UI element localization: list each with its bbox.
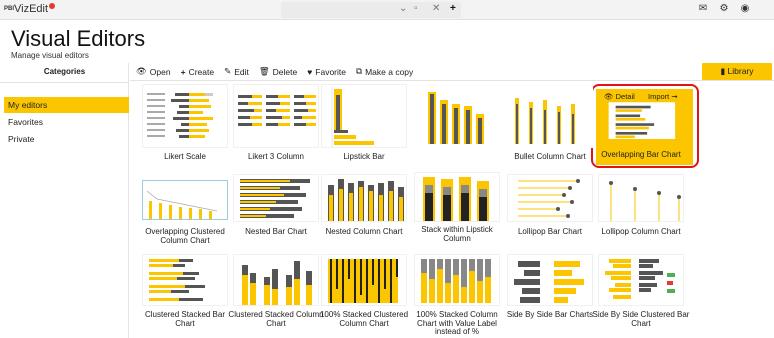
page-subtitle: Manage visual editors <box>11 51 89 60</box>
tab-strip: ⌄ ▫ ✕ + <box>281 2 461 18</box>
trash-icon: 🗑 <box>258 66 270 76</box>
mail-icon[interactable]: ✉ <box>698 3 708 14</box>
editor-thumbnail <box>507 254 593 306</box>
editor-tile-clustered-stacked-bar-chart[interactable]: Clustered Stacked Bar Chart <box>142 254 228 328</box>
editor-thumbnail <box>598 254 684 306</box>
sidebar-item-my-editors[interactable]: My editors <box>4 97 129 113</box>
copy-label: Make a copy <box>365 66 414 77</box>
editor-thumbnail <box>414 84 500 148</box>
logo-name: VizEdit <box>14 3 49 15</box>
editor-tile-clustered-stacked-column-chart[interactable]: Clustered Stacked Column Chart <box>228 254 324 328</box>
delete-button[interactable]: 🗑 Delete <box>259 66 297 77</box>
editor-tile-side-by-side-bar-charts[interactable]: Side By Side Bar Charts <box>507 254 593 320</box>
open-button[interactable]: 👁 Open <box>136 66 171 77</box>
editor-tile-label: Likert Scale <box>164 152 206 161</box>
editor-tile-label: Clustered Stacked Bar Chart <box>144 310 226 328</box>
editor-thumbnail <box>233 174 319 222</box>
editor-tile-label: Overlapping Clustered Column Chart <box>145 227 225 245</box>
sidebar-item-favorites[interactable]: Favorites <box>4 114 129 130</box>
editor-thumbnail <box>142 84 228 148</box>
editor-tile-label: Likert 3 Column <box>247 152 305 161</box>
editor-tile-side-by-side-clustered-bar-chart[interactable]: Side By Side Clustered Bar Chart <box>593 254 689 328</box>
create-button[interactable]: + Create <box>181 67 214 77</box>
pencil-icon: ✎ <box>224 66 232 76</box>
editor-tile-nested-column-chart[interactable]: Nested Column Chart <box>321 174 407 237</box>
open-label: Open <box>149 66 171 77</box>
categories-heading: Categories <box>0 63 129 83</box>
editor-thumbnail <box>507 174 593 222</box>
editor-tile-overlapping-clustered-column-chart[interactable]: Overlapping Clustered Column Chart <box>142 180 228 245</box>
editor-tile-overlapping-bar-chart[interactable]: 👁 Detail Import ➞ Overlapping Bar Chart <box>598 89 684 160</box>
heart-icon: ♥ <box>307 66 313 77</box>
editor-thumbnail <box>321 254 407 306</box>
copy-icon: ⧉ <box>356 66 363 76</box>
sidebar: Categories My editors Favorites Private <box>0 63 129 338</box>
make-copy-button[interactable]: ⧉ Make a copy <box>356 66 413 77</box>
favorite-button[interactable]: ♥ Favorite <box>307 67 346 77</box>
editor-tile-label: Stack within Lipstick Column <box>421 225 493 243</box>
add-tab-icon[interactable]: + <box>450 3 456 14</box>
notification-badge <box>49 3 56 9</box>
editor-tile-label: Nested Bar Chart <box>245 227 307 236</box>
sidebar-item-private[interactable]: Private <box>4 131 129 147</box>
editor-tile-likert-3-column[interactable]: Likert 3 Column <box>233 84 319 162</box>
edit-button[interactable]: ✎ Edit <box>224 66 249 77</box>
close-icon[interactable]: ✕ <box>432 3 440 14</box>
editor-thumbnail <box>321 84 407 148</box>
editor-tile-stack-within-lipstick-column[interactable]: Stack within Lipstick Column <box>414 172 500 243</box>
editor-thumbnail <box>233 254 319 306</box>
editor-thumbnail <box>598 174 684 222</box>
favorite-label: Favorite <box>315 66 346 77</box>
editor-tile-label: Lollipop Column Chart <box>601 227 681 236</box>
app-logo[interactable]: PBIVizEdit <box>4 3 56 15</box>
editor-tile-label: Overlapping Bar Chart <box>601 150 681 159</box>
top-bar: PBIVizEdit ⌄ ▫ ✕ + ✉ ⚙ ◉ <box>0 0 774 20</box>
editor-thumbnail <box>142 254 228 306</box>
editor-tile-lipstick-bar[interactable]: Lipstick Bar <box>321 84 407 162</box>
editor-thumbnail <box>142 180 228 220</box>
editor-thumbnail <box>414 254 500 306</box>
editor-tile-label: Lipstick Bar <box>343 152 385 161</box>
editor-tile-label: 100% Stacked Clustered Column Chart <box>319 310 409 328</box>
editor-tile-bullet-column-chart[interactable]: Bullet Column Chart <box>507 84 593 162</box>
user-icon[interactable]: ◉ <box>740 3 750 14</box>
editor-tile-lollipop-bar-chart[interactable]: Lollipop Bar Chart <box>507 174 593 237</box>
toolbar: 👁 Open + Create ✎ Edit 🗑 Delete ♥ Favorite ⧉ M… <box>130 63 774 81</box>
editor-tile-label: Lollipop Bar Chart <box>517 227 583 236</box>
gear-icon[interactable]: ⚙ <box>719 3 729 14</box>
delete-label: Delete <box>272 66 298 77</box>
editor-tile-nested-bar-chart[interactable]: Nested Bar Chart <box>233 174 319 237</box>
editor-tile-lipstick-column[interactable] <box>414 84 500 148</box>
editor-thumbnail <box>507 84 593 148</box>
editor-tile-label: Side By Side Bar Charts <box>506 310 594 319</box>
editor-tile-lollipop-column-chart[interactable]: Lollipop Column Chart <box>598 174 684 237</box>
editor-tile-label: Bullet Column Chart <box>514 152 586 161</box>
editor-tile-label: 100% Stacked Column Chart with Value Lab… <box>416 310 498 336</box>
logo-prefix: PBI <box>4 6 15 13</box>
editor-tile-label: Side By Side Clustered Bar Chart <box>592 310 690 328</box>
editor-tile-label: Clustered Stacked Column Chart <box>228 310 324 328</box>
page-title: Visual Editors <box>11 26 146 51</box>
editor-thumbnail: 👁 Detail Import ➞ <box>598 89 684 147</box>
editor-tile-likert-scale[interactable]: Likert Scale <box>142 84 228 162</box>
library-label: Library <box>727 66 754 76</box>
save-icon[interactable]: ▫ <box>414 3 418 14</box>
editor-tile-label: Nested Column Chart <box>325 227 403 236</box>
editor-thumbnail <box>233 84 319 148</box>
create-label: Create <box>188 66 215 77</box>
editor-thumbnail <box>321 174 407 222</box>
editor-thumbnail <box>414 172 500 222</box>
plus-icon: + <box>180 66 186 77</box>
editor-tile-100-stacked-clustered-column-chart[interactable]: 100% Stacked Clustered Column Chart <box>320 254 408 328</box>
chevron-down-icon[interactable]: ⌄ <box>399 3 407 14</box>
book-icon: ▮ <box>720 66 728 76</box>
edit-label: Edit <box>234 66 249 77</box>
library-button[interactable]: ▮ Library <box>702 63 772 80</box>
editor-tile-100-stacked-column-value-label[interactable]: 100% Stacked Column Chart with Value Lab… <box>414 254 500 337</box>
eye-icon: 👁 <box>136 66 147 76</box>
